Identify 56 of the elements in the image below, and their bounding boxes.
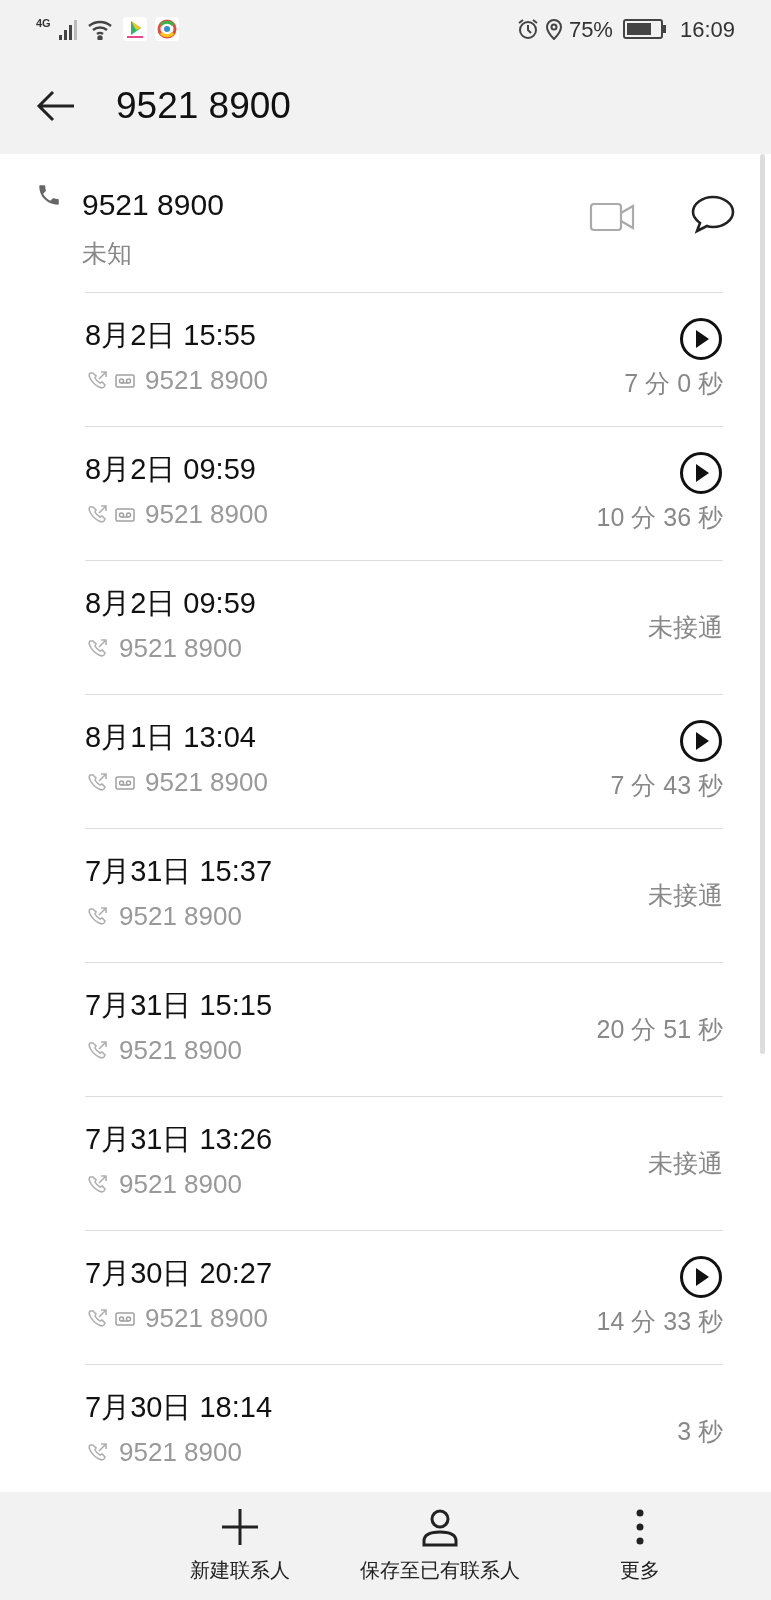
call-date: 7月30日 20:27 bbox=[85, 1256, 272, 1291]
call-duration: 7 分 43 秒 bbox=[610, 770, 723, 801]
call-date: 7月31日 15:15 bbox=[85, 988, 272, 1023]
call-number: 9521 8900 bbox=[145, 364, 268, 397]
back-icon[interactable] bbox=[36, 90, 76, 122]
call-date: 8月1日 13:04 bbox=[85, 720, 257, 755]
battery-icon bbox=[622, 19, 663, 39]
call-date: 7月30日 18:14 bbox=[85, 1390, 272, 1425]
call-duration: 3 秒 bbox=[677, 1415, 723, 1447]
call-date: 7月31日 15:37 bbox=[85, 854, 272, 889]
call-number: 9521 8900 bbox=[145, 766, 268, 799]
voicemail-icon bbox=[115, 372, 135, 389]
action-button[interactable]: 新建联系人 bbox=[140, 1492, 340, 1600]
call-number: 9521 8900 bbox=[145, 498, 268, 531]
voicemail-icon bbox=[115, 506, 135, 523]
call-number: 9521 8900 bbox=[119, 1034, 242, 1067]
contact-label: 未知 bbox=[82, 238, 133, 269]
signal-icon bbox=[58, 18, 79, 40]
battery-percent: 75% bbox=[568, 15, 613, 44]
location-icon bbox=[544, 18, 563, 40]
voicemail-icon bbox=[115, 774, 135, 791]
app-icon bbox=[122, 17, 147, 41]
network-label: 4G bbox=[36, 15, 51, 31]
clock: 16:09 bbox=[679, 15, 735, 44]
call-duration: 未接通 bbox=[648, 611, 723, 643]
phone-icon bbox=[36, 182, 62, 208]
call-date: 7月31日 13:26 bbox=[85, 1122, 272, 1157]
play-icon[interactable] bbox=[679, 719, 723, 763]
message-icon[interactable] bbox=[691, 194, 735, 234]
more-icon bbox=[636, 1507, 644, 1547]
call-number: 9521 8900 bbox=[119, 1168, 242, 1201]
call-date: 8月2日 15:55 bbox=[85, 318, 257, 353]
app-icon bbox=[154, 17, 179, 41]
action-button[interactable]: 更多 bbox=[540, 1492, 740, 1600]
call-duration: 20 分 51 秒 bbox=[596, 1013, 723, 1045]
call-date: 8月2日 09:59 bbox=[85, 452, 257, 487]
call-duration: 未接通 bbox=[648, 879, 723, 911]
call-duration: 7 分 0 秒 bbox=[624, 368, 723, 399]
voicemail-icon bbox=[115, 1310, 135, 1327]
action-button[interactable]: 保存至已有联系人 bbox=[340, 1492, 540, 1600]
play-icon[interactable] bbox=[679, 451, 723, 495]
call-number: 9521 8900 bbox=[119, 900, 242, 933]
plus-icon bbox=[220, 1507, 260, 1547]
call-duration: 10 分 36 秒 bbox=[596, 502, 723, 533]
call-number: 9521 8900 bbox=[145, 1302, 268, 1335]
call-date: 8月2日 09:59 bbox=[85, 586, 256, 621]
contact-number: 9521 8900 bbox=[82, 187, 225, 223]
play-icon[interactable] bbox=[679, 317, 723, 361]
person-icon bbox=[420, 1507, 460, 1547]
play-icon[interactable] bbox=[679, 1255, 723, 1299]
header-title: 9521 8900 bbox=[116, 84, 291, 129]
call-duration: 14 分 33 秒 bbox=[596, 1306, 723, 1337]
call-number: 9521 8900 bbox=[119, 1436, 242, 1469]
alarm-icon bbox=[516, 18, 539, 40]
call-number: 9521 8900 bbox=[119, 632, 242, 665]
call-duration: 未接通 bbox=[648, 1147, 723, 1179]
